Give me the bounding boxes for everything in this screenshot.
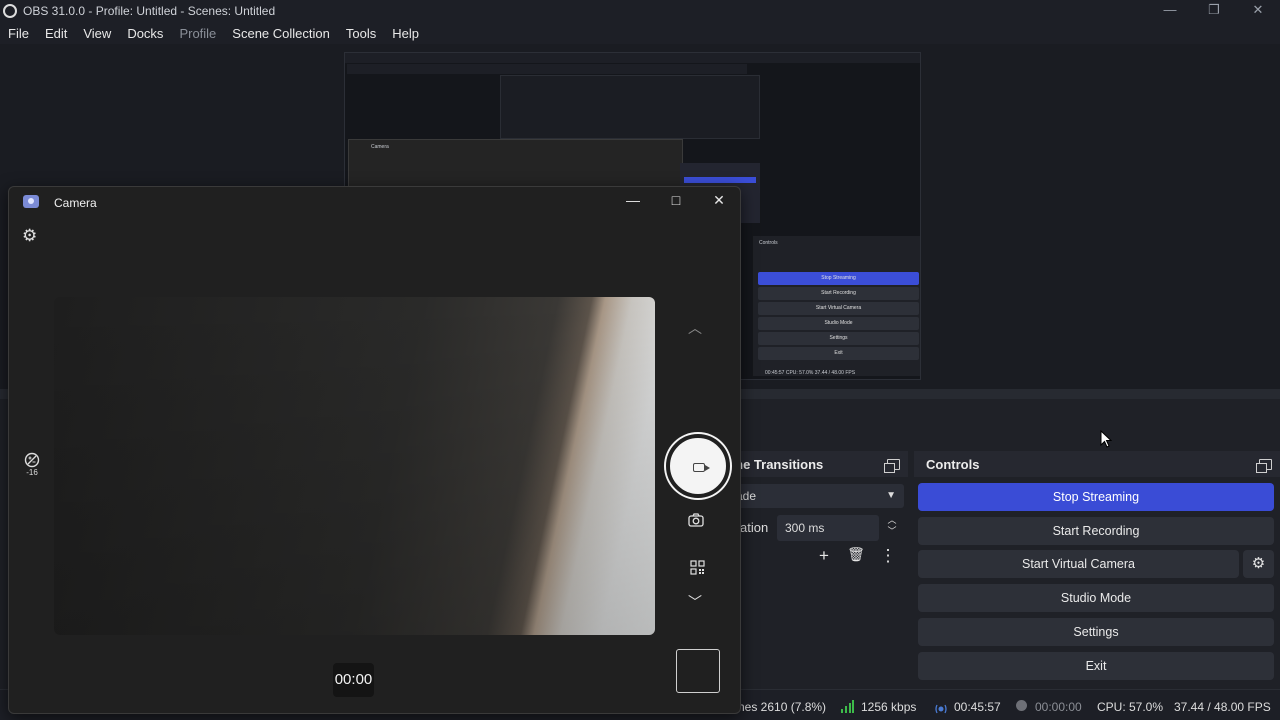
nested-titlebar <box>345 53 920 63</box>
camera-app-icon <box>23 195 39 208</box>
menu-profile[interactable]: Profile <box>171 26 224 41</box>
settings-button[interactable]: Settings <box>918 618 1274 646</box>
start-recording-button[interactable]: Start Recording <box>918 517 1274 545</box>
camera-window-title: Camera <box>54 196 97 210</box>
obs-close-button[interactable]: ✕ <box>1236 0 1280 22</box>
nested-stop-streaming: Stop Streaming <box>758 272 919 285</box>
exit-button[interactable]: Exit <box>918 652 1274 680</box>
chevron-down-icon[interactable]: ﹀ <box>688 592 702 612</box>
nested-inner-preview <box>500 75 760 139</box>
menu-file[interactable]: File <box>0 26 37 41</box>
nested-studio-mode: Studio Mode <box>758 317 919 330</box>
record-indicator-icon <box>1016 700 1027 711</box>
brightness-value: -16 <box>26 468 38 477</box>
start-virtual-camera-button[interactable]: Start Virtual Camera <box>918 550 1239 578</box>
nested-status: 00:45:57 CPU: 57.0% 37.44 / 48.00 FPS <box>765 370 856 376</box>
last-capture-thumbnail[interactable] <box>676 649 720 693</box>
chevron-down-icon: ▼ <box>886 490 896 501</box>
studio-mode-button[interactable]: Studio Mode <box>918 584 1274 612</box>
add-transition-icon[interactable]: + <box>814 546 834 568</box>
record-video-button[interactable] <box>666 434 730 498</box>
duration-label: ation <box>740 520 769 535</box>
camera-settings-icon[interactable]: ⚙ <box>22 226 37 246</box>
more-options-icon[interactable]: ⋮ <box>878 546 898 568</box>
transition-select[interactable]: ade ▼ <box>730 484 904 508</box>
menu-view[interactable]: View <box>75 26 119 41</box>
nested-menubar <box>347 64 747 74</box>
cpu-usage: CPU: 57.0% <box>1097 700 1164 714</box>
obs-maximize-button[interactable]: ❐ <box>1192 0 1236 22</box>
delete-transition-icon[interactable]: 🗑 <box>846 546 866 568</box>
duration-stepper[interactable]: ︿ ﹀ <box>881 515 903 541</box>
duration-input[interactable]: 300 ms <box>777 515 879 541</box>
nested-start-recording: Start Recording <box>758 287 919 300</box>
nested-exit: Exit <box>758 347 919 360</box>
bitrate: 1256 kbps <box>861 700 917 714</box>
nested-start-virtual-camera: Start Virtual Camera <box>758 302 919 315</box>
stream-time: 00:45:57 <box>954 700 1001 714</box>
menu-scene-collection[interactable]: Scene Collection <box>224 26 338 41</box>
signal-bars-icon <box>841 700 854 713</box>
video-camera-icon <box>693 463 710 472</box>
photo-mode-icon[interactable] <box>688 513 704 532</box>
obs-menubar: File Edit View Docks Profile Scene Colle… <box>0 22 1280 44</box>
menu-docks[interactable]: Docks <box>119 26 171 41</box>
menu-tools[interactable]: Tools <box>338 26 384 41</box>
obs-titlebar: OBS 31.0.0 - Profile: Untitled - Scenes:… <box>0 0 1280 22</box>
undock-icon[interactable] <box>1256 458 1272 473</box>
chevron-up-icon[interactable]: ︿ <box>688 318 702 338</box>
nested-camera-window: Camera <box>348 139 683 189</box>
nested-camera-title: Camera <box>371 144 389 150</box>
camera-maximize-button[interactable]: □ <box>666 192 686 208</box>
camera-close-button[interactable]: ✕ <box>709 192 729 209</box>
stop-streaming-button[interactable]: Stop Streaming <box>918 483 1274 511</box>
menu-help[interactable]: Help <box>384 26 427 41</box>
qr-code-icon[interactable] <box>690 560 705 575</box>
controls-title: Controls <box>926 456 980 472</box>
camera-feed <box>54 297 655 635</box>
dropped-frames: nes 2610 (7.8%) <box>738 700 827 714</box>
controls-header: Controls <box>914 451 1280 477</box>
obs-minimize-button[interactable]: — <box>1148 0 1192 22</box>
obs-logo-icon <box>3 4 17 18</box>
mouse-cursor-icon <box>1100 430 1112 448</box>
fps-readout: 37.44 / 48.00 FPS <box>1174 700 1271 714</box>
recording-timer: 00:00 <box>333 663 374 697</box>
streaming-icon <box>935 701 947 714</box>
menu-edit[interactable]: Edit <box>37 26 75 41</box>
nested-settings: Settings <box>758 332 919 345</box>
obs-window-title: OBS 31.0.0 - Profile: Untitled - Scenes:… <box>23 4 276 18</box>
camera-minimize-button[interactable]: — <box>623 192 643 208</box>
virtual-camera-settings-icon[interactable]: ⚙ <box>1243 550 1274 578</box>
record-time: 00:00:00 <box>1035 700 1082 714</box>
undock-icon[interactable] <box>884 458 900 473</box>
nested-controls-title: Controls <box>759 240 778 246</box>
obs-window-buttons: — ❐ ✕ <box>1148 0 1280 22</box>
